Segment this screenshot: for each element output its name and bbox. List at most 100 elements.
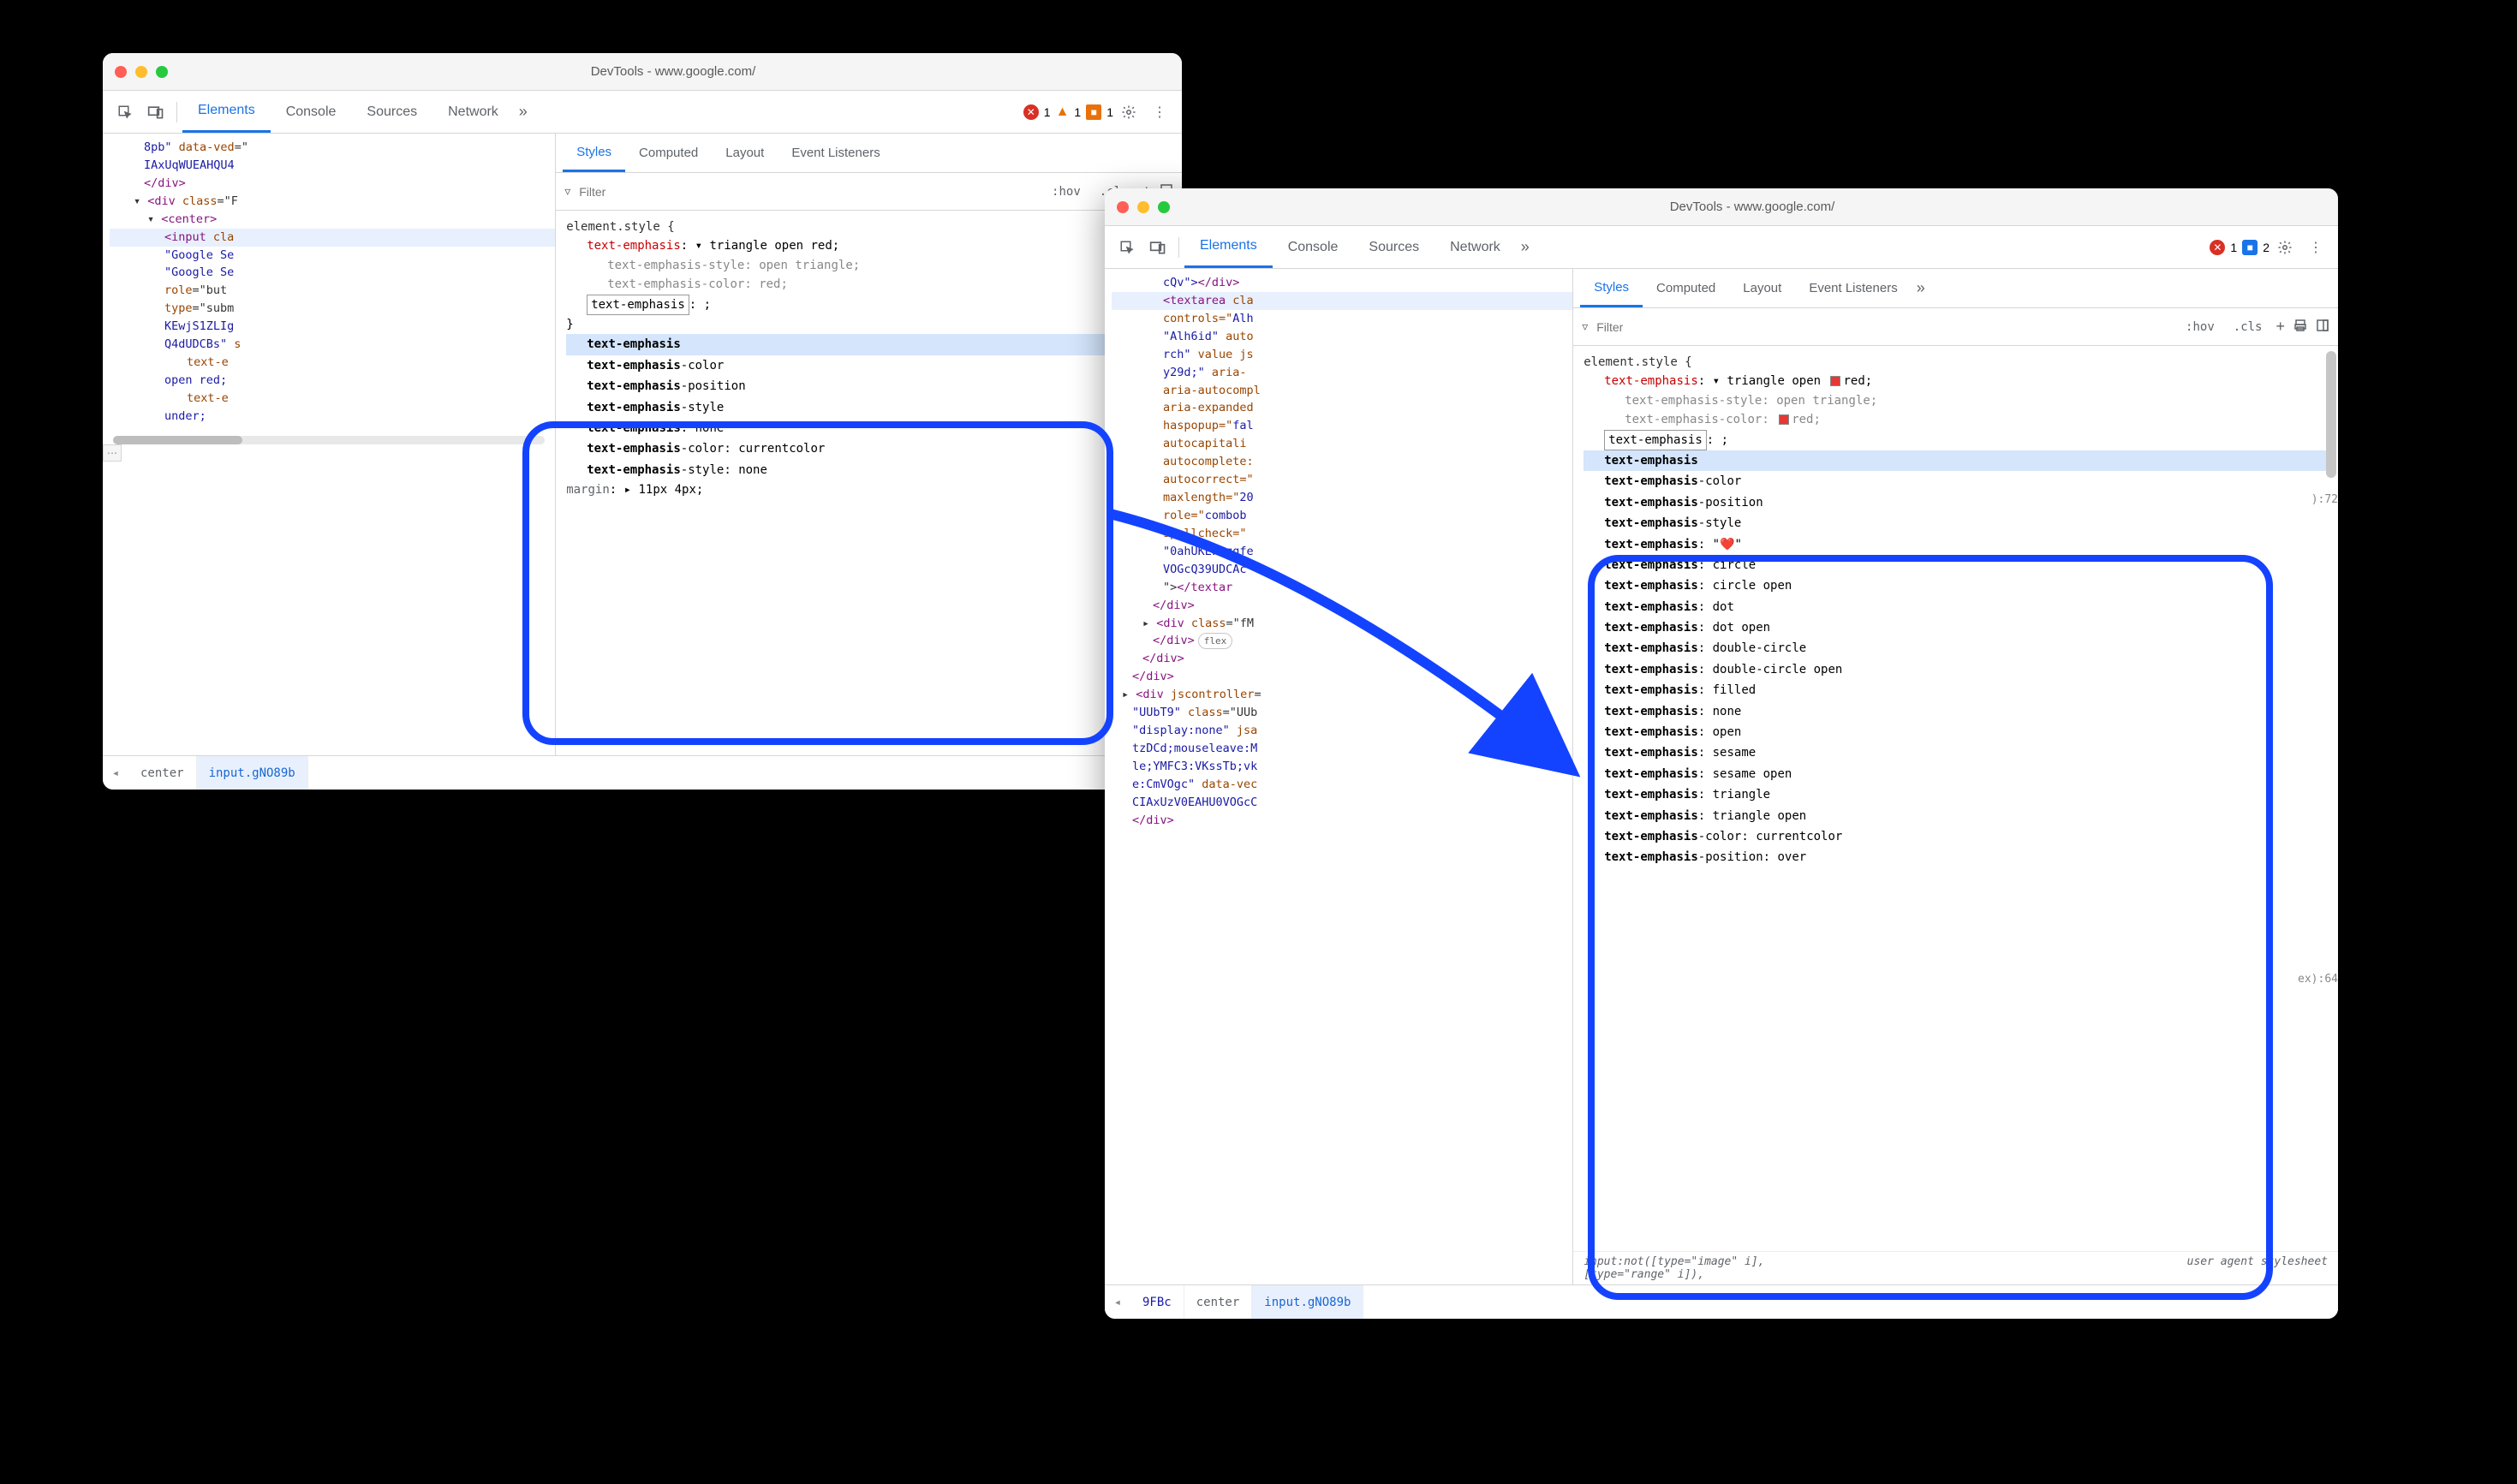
autocomplete-item[interactable]: text-emphasis: sesame open	[1584, 764, 2328, 784]
inspect-icon[interactable]	[1112, 232, 1142, 263]
autocomplete-list[interactable]: text-emphasistext-emphasis-colortext-emp…	[1584, 450, 2328, 868]
filter-input[interactable]	[1596, 320, 2172, 334]
autocomplete-item[interactable]: text-emphasis: "❤️"	[1584, 534, 2328, 555]
vertical-scrollbar[interactable]	[2326, 346, 2336, 1251]
titlebar: DevTools - www.google.com/	[1105, 188, 2338, 226]
autocomplete-list[interactable]: text-emphasistext-emphasis-colortext-emp…	[566, 334, 1172, 480]
tab-computed[interactable]: Computed	[625, 134, 712, 172]
tab-elements[interactable]: Elements	[1184, 226, 1273, 268]
autocomplete-item[interactable]: text-emphasis: sesame	[1584, 742, 2328, 763]
tab-console[interactable]: Console	[1273, 226, 1354, 268]
minimize-icon[interactable]	[1137, 201, 1149, 213]
autocomplete-item[interactable]: text-emphasis-position	[1584, 492, 2328, 513]
styles-content[interactable]: element.style { text-emphasis: ▾ triangl…	[1573, 346, 2338, 1251]
hov-toggle[interactable]: :hov	[2180, 319, 2220, 336]
autocomplete-item[interactable]: text-emphasis-color	[1584, 471, 2328, 492]
add-rule-icon[interactable]: +	[2275, 318, 2285, 336]
autocomplete-item[interactable]: text-emphasis-position	[566, 376, 1172, 396]
autocomplete-item[interactable]: text-emphasis-color: currentcolor	[566, 438, 1172, 459]
autocomplete-item[interactable]: text-emphasis: triangle	[1584, 784, 2328, 805]
settings-icon[interactable]	[1113, 97, 1144, 128]
tab-network[interactable]: Network	[432, 91, 514, 133]
tab-computed[interactable]: Computed	[1643, 269, 1729, 307]
crumb-input[interactable]: input.gNO89b	[197, 756, 308, 790]
crumb-input[interactable]: input.gNO89b	[1252, 1285, 1363, 1319]
autocomplete-item[interactable]: text-emphasis: dot	[1584, 597, 2328, 617]
tabs-overflow-icon[interactable]: »	[514, 103, 533, 121]
more-icon[interactable]: ⋮	[1144, 97, 1175, 128]
tab-network[interactable]: Network	[1434, 226, 1516, 268]
horizontal-scrollbar[interactable]	[113, 436, 545, 444]
drag-handle-icon[interactable]: ⋯	[103, 444, 122, 462]
crumb-center[interactable]: center	[1184, 1285, 1253, 1319]
crumb-left-arrow-icon[interactable]: ◂	[103, 766, 128, 780]
cls-toggle[interactable]: .cls	[2228, 319, 2268, 336]
autocomplete-item[interactable]: text-emphasis: circle	[1584, 555, 2328, 575]
subtabs-overflow-icon[interactable]: »	[1912, 279, 1930, 297]
autocomplete-item[interactable]: text-emphasis: open	[1584, 722, 2328, 742]
autocomplete-item[interactable]: text-emphasis: double-circle	[1584, 638, 2328, 659]
issue-badges[interactable]: ✕1 ■2	[2210, 240, 2269, 255]
source-link[interactable]: ex):64	[2298, 971, 2338, 989]
computed-icon[interactable]	[2316, 319, 2329, 335]
device-toggle-icon[interactable]	[1142, 232, 1173, 263]
tab-layout[interactable]: Layout	[1729, 269, 1795, 307]
autocomplete-item[interactable]: text-emphasis-style	[1584, 513, 2328, 533]
side-tabs: Styles Computed Layout Event Listeners »	[1573, 269, 2338, 308]
crumb-left-arrow-icon[interactable]: ◂	[1105, 1296, 1130, 1309]
dom-tree[interactable]: cQv"></div> <textarea cla controls="Alh …	[1105, 269, 1572, 835]
close-icon[interactable]	[1117, 201, 1129, 213]
more-icon[interactable]: ⋮	[2300, 232, 2331, 263]
autocomplete-item[interactable]: text-emphasis-color: currentcolor	[1584, 826, 2328, 847]
tab-styles[interactable]: Styles	[1580, 269, 1643, 307]
tab-styles[interactable]: Styles	[563, 134, 625, 172]
tab-event-listeners[interactable]: Event Listeners	[1795, 269, 1911, 307]
css-property-input[interactable]: text-emphasis	[1604, 430, 1707, 450]
autocomplete-item[interactable]: text-emphasis: dot open	[1584, 617, 2328, 638]
settings-icon[interactable]	[2269, 232, 2300, 263]
autocomplete-item[interactable]: text-emphasis	[1584, 450, 2328, 471]
close-icon[interactable]	[115, 66, 127, 78]
crumb-center[interactable]: center	[128, 756, 197, 790]
color-swatch-icon[interactable]	[1779, 414, 1789, 425]
tab-elements[interactable]: Elements	[182, 91, 271, 133]
color-swatch-icon[interactable]	[1830, 376, 1840, 386]
crumb-9fbc[interactable]: 9FBc	[1130, 1285, 1184, 1319]
tab-sources[interactable]: Sources	[1353, 226, 1434, 268]
filter-input[interactable]	[579, 185, 1038, 199]
tab-console[interactable]: Console	[271, 91, 352, 133]
tab-layout[interactable]: Layout	[712, 134, 778, 172]
autocomplete-item[interactable]: text-emphasis: circle open	[1584, 575, 2328, 596]
print-icon[interactable]	[2293, 319, 2307, 335]
css-property-input[interactable]: text-emphasis	[587, 295, 689, 315]
autocomplete-item[interactable]: text-emphasis: none	[1584, 701, 2328, 722]
tab-sources[interactable]: Sources	[351, 91, 432, 133]
filter-icon: ▿	[1582, 319, 1588, 334]
autocomplete-item[interactable]: text-emphasis: filled	[1584, 680, 2328, 700]
issue-count: 1	[1106, 105, 1113, 119]
autocomplete-item[interactable]: text-emphasis: double-circle open	[1584, 659, 2328, 680]
inspect-icon[interactable]	[110, 97, 140, 128]
traffic-lights	[1117, 201, 1170, 213]
autocomplete-item[interactable]: text-emphasis: triangle open	[1584, 806, 2328, 826]
autocomplete-item[interactable]: text-emphasis	[566, 334, 1172, 355]
autocomplete-item[interactable]: text-emphasis-color	[566, 355, 1172, 376]
autocomplete-item[interactable]: text-emphasis: none	[566, 418, 1172, 438]
breadcrumbs: ◂ center input.gNO89b	[103, 755, 1182, 790]
maximize-icon[interactable]	[156, 66, 168, 78]
autocomplete-item[interactable]: text-emphasis-style: none	[566, 460, 1172, 480]
autocomplete-item[interactable]: text-emphasis-style	[566, 397, 1172, 418]
styles-content[interactable]: element.style { text-emphasis: ▾ triangl…	[556, 211, 1182, 755]
tabs-overflow-icon[interactable]: »	[1516, 238, 1535, 256]
issue-badges[interactable]: ✕1 ▲1 ■1	[1023, 104, 1113, 120]
dom-tree[interactable]: 8pb" data-ved=" IAxUqWUEAHQU4 </div> ▾ <…	[103, 134, 555, 431]
maximize-icon[interactable]	[1158, 201, 1170, 213]
minimize-icon[interactable]	[135, 66, 147, 78]
hov-toggle[interactable]: :hov	[1047, 183, 1086, 200]
window-title: DevTools - www.google.com/	[176, 64, 1170, 79]
autocomplete-item[interactable]: text-emphasis-position: over	[1584, 847, 2328, 867]
source-link[interactable]: ):72	[2311, 492, 2338, 510]
tab-event-listeners[interactable]: Event Listeners	[778, 134, 893, 172]
device-toggle-icon[interactable]	[140, 97, 171, 128]
ua-selector: [type="range" i]),	[1584, 1268, 2186, 1281]
